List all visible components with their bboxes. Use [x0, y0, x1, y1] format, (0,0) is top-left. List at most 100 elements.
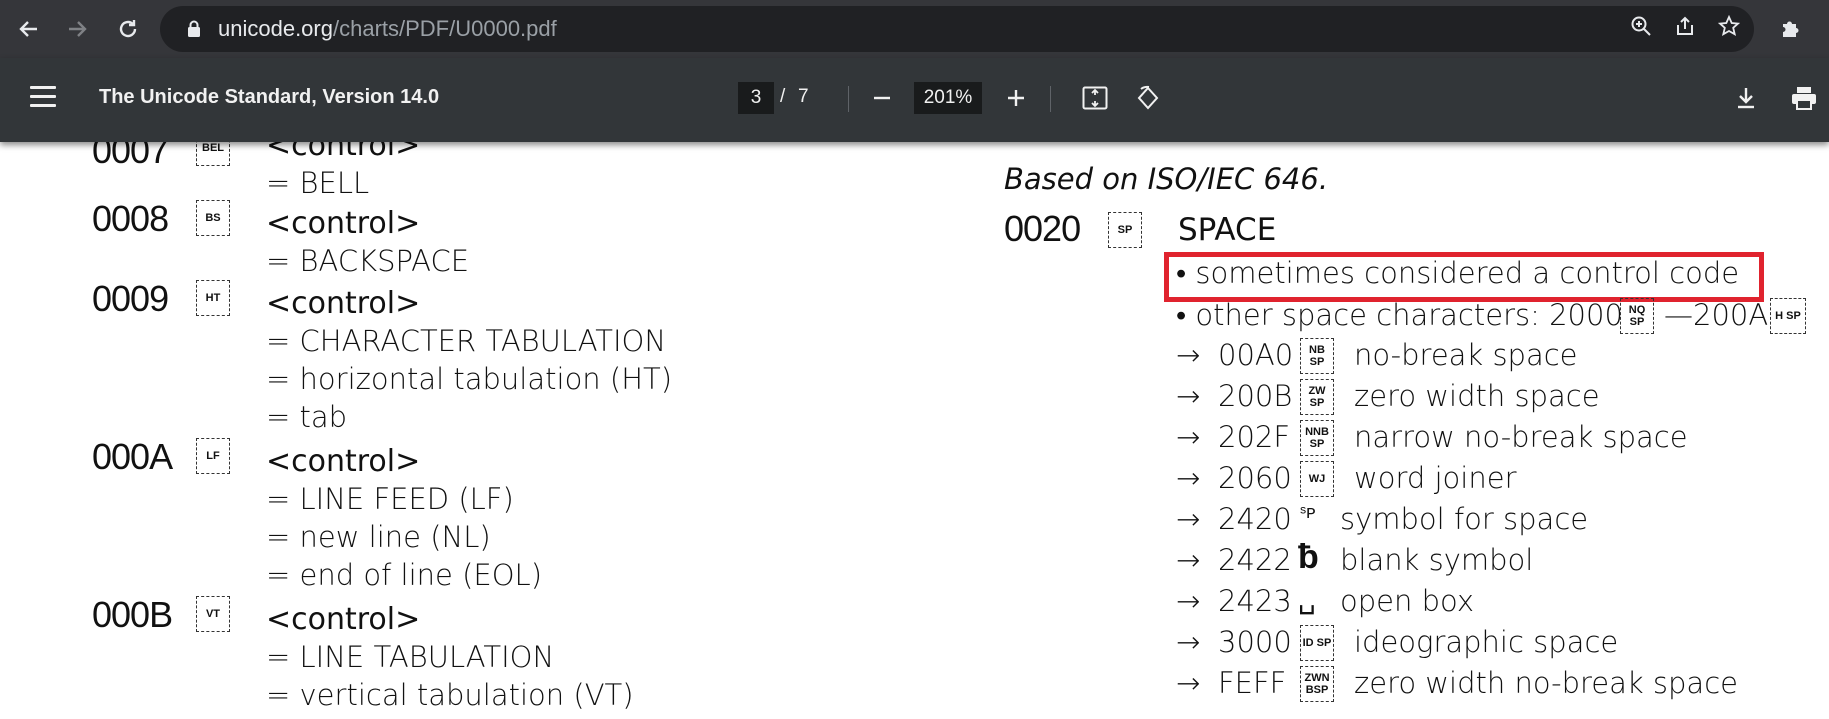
- xref-name: symbol for space: [1340, 502, 1589, 536]
- glyph-box: SP: [1108, 212, 1142, 248]
- glyph-box: HT: [196, 280, 230, 316]
- xref-code: 202F: [1218, 420, 1291, 454]
- glyph-box: H SP: [1770, 298, 1806, 334]
- glyph-box: NB SP: [1300, 338, 1334, 374]
- zoom-icon[interactable]: [1630, 15, 1652, 43]
- xref-arrow: →: [1176, 584, 1201, 618]
- menu-hamburger-icon[interactable]: [30, 86, 60, 112]
- url-text[interactable]: unicode.org/charts/PDF/U0000.pdf: [218, 16, 557, 42]
- bookmark-star-icon[interactable]: [1717, 14, 1741, 43]
- glyph-box: ZWN BSP: [1300, 666, 1334, 702]
- char-name: <control>: [266, 286, 421, 321]
- xref-arrow: →: [1176, 461, 1201, 495]
- code-point: 000B: [92, 594, 173, 635]
- char-alias: = new line (NL): [266, 520, 491, 554]
- rotate-icon: [1137, 85, 1159, 110]
- char-name: <control>: [266, 444, 421, 479]
- glyph-box: LF: [196, 438, 230, 474]
- glyph-box: WJ: [1300, 461, 1334, 497]
- char-alias: = tab: [266, 400, 348, 434]
- xref-arrow: →: [1176, 666, 1201, 700]
- fit-to-page-button[interactable]: [1077, 80, 1113, 116]
- xref-code: 200B: [1218, 379, 1293, 413]
- char-name: <control>: [266, 602, 421, 637]
- minus-icon: [874, 96, 890, 100]
- note-range-end: —200A: [1664, 298, 1769, 332]
- fit-page-icon: [1082, 86, 1108, 110]
- xref-code: 2422: [1218, 543, 1292, 577]
- toolbar-divider: [848, 86, 849, 112]
- code-point: 0009: [92, 278, 169, 319]
- xref-arrow: →: [1176, 420, 1201, 454]
- reload-button[interactable]: [106, 7, 150, 51]
- note-space-characters: • other space characters: 2000: [1176, 298, 1623, 332]
- glyph-box: BEL: [196, 142, 230, 166]
- char-alias: = BACKSPACE: [266, 244, 470, 278]
- xref-name: open box: [1340, 584, 1475, 618]
- xref-arrow: →: [1176, 379, 1201, 413]
- glyph-box: ID SP: [1300, 625, 1334, 661]
- page-total: 7: [798, 86, 809, 107]
- char-alias: = LINE TABULATION: [266, 640, 555, 674]
- share-icon[interactable]: [1674, 15, 1696, 43]
- back-button[interactable]: [6, 7, 50, 51]
- char-name: SPACE: [1178, 212, 1277, 248]
- blank-symbol-glyph: ƀ: [1298, 538, 1319, 576]
- code-point: 0007: [92, 142, 169, 171]
- page-number-input[interactable]: 3: [738, 82, 774, 114]
- xref-code: 3000: [1218, 625, 1292, 659]
- xref-name: narrow no-break space: [1354, 420, 1688, 454]
- char-alias: = vertical tabulation (VT): [266, 678, 634, 712]
- xref-name: ideographic space: [1354, 625, 1619, 659]
- xref-arrow: →: [1176, 543, 1201, 577]
- xref-name: no-break space: [1354, 338, 1578, 372]
- glyph-box: ZW SP: [1300, 379, 1334, 415]
- note-control-code: • sometimes considered a control code: [1176, 256, 1740, 290]
- forward-button[interactable]: [56, 7, 100, 51]
- lock-icon[interactable]: [174, 20, 214, 38]
- xref-code: 2420: [1218, 502, 1292, 536]
- reload-icon: [119, 20, 137, 38]
- toolbar-divider: [1050, 86, 1051, 112]
- rotate-button[interactable]: [1130, 80, 1166, 116]
- code-point: 0020: [1004, 208, 1081, 249]
- open-box-glyph: ␣: [1298, 583, 1316, 614]
- back-arrow-icon: [19, 21, 37, 37]
- extensions-puzzle-icon[interactable]: [1770, 8, 1812, 50]
- glyph-box: NNB SP: [1300, 420, 1334, 456]
- zoom-out-button[interactable]: [864, 80, 900, 116]
- char-alias: = end of line (EOL): [266, 558, 543, 592]
- xref-code: FEFF: [1218, 666, 1287, 700]
- glyph-box: BS: [196, 200, 230, 236]
- omnibox[interactable]: unicode.org/charts/PDF/U0000.pdf: [160, 6, 1754, 52]
- browser-address-bar: unicode.org/charts/PDF/U0000.pdf: [0, 0, 1829, 58]
- zoom-in-button[interactable]: [998, 80, 1034, 116]
- xref-name: zero width no-break space: [1354, 666, 1738, 700]
- xref-code: 00A0: [1218, 338, 1294, 372]
- symbol-for-space-glyph: ˢᴘ: [1300, 502, 1316, 522]
- xref-arrow: →: [1176, 502, 1201, 536]
- code-point: 0008: [92, 198, 169, 239]
- pdf-toolbar: The Unicode Standard, Version 14.0 3 / 7…: [0, 58, 1829, 142]
- glyph-box: NQ SP: [1620, 298, 1654, 334]
- xref-arrow: →: [1176, 338, 1201, 372]
- section-subheading: Based on ISO/IEC 646.: [1004, 162, 1329, 196]
- xref-arrow: →: [1176, 625, 1201, 659]
- code-point: 000A: [92, 436, 173, 477]
- download-button[interactable]: [1728, 80, 1764, 116]
- xref-name: blank symbol: [1340, 543, 1534, 577]
- url-host: unicode.org: [218, 16, 333, 41]
- xref-name: zero width space: [1354, 379, 1600, 413]
- print-button[interactable]: [1786, 80, 1822, 116]
- xref-name: word joiner: [1354, 461, 1517, 495]
- char-name: <control>: [266, 142, 421, 163]
- char-name: <control>: [266, 206, 421, 241]
- print-icon: [1792, 87, 1816, 110]
- pdf-page: 0007 BEL <control> = BELL 0008 BS <contr…: [0, 142, 1829, 719]
- url-path: /charts/PDF/U0000.pdf: [332, 16, 557, 41]
- char-alias: = CHARACTER TABULATION: [266, 324, 667, 358]
- xref-code: 2060: [1218, 461, 1292, 495]
- zoom-level-input[interactable]: 201%: [914, 82, 982, 114]
- char-alias: = horizontal tabulation (HT): [266, 362, 673, 396]
- forward-arrow-icon: [69, 21, 87, 37]
